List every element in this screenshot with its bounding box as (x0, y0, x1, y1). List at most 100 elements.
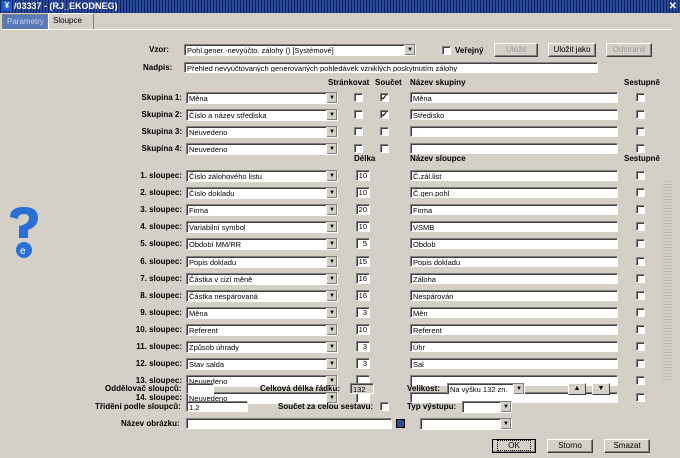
sestupne-checkbox[interactable] (636, 110, 645, 119)
smazat-button[interactable]: Smazat (604, 439, 650, 453)
soucet-checkbox[interactable]: ✓ (380, 110, 389, 119)
vzor-combo[interactable]: Pohl.gener.-nevyúčto. zálohy () [Systémo… (184, 44, 416, 56)
chevron-down-icon[interactable]: ▼ (500, 419, 511, 429)
column-length-input[interactable]: 15 (356, 255, 370, 267)
soucet-checkbox[interactable]: ✓ (380, 93, 389, 102)
group-combo[interactable]: Neuvedeno ▼ (186, 126, 338, 138)
column-length-input[interactable]: 10 (356, 187, 370, 199)
column-length-input[interactable]: 16 (356, 289, 370, 301)
strankovat-checkbox[interactable] (354, 93, 363, 102)
sestupne-checkbox[interactable] (636, 222, 645, 232)
sestupne-checkbox[interactable] (636, 93, 645, 102)
browse-icon[interactable] (396, 419, 405, 428)
sestupne-checkbox[interactable] (636, 127, 645, 136)
column-length-input[interactable]: 3 (356, 306, 370, 318)
oddelovac-input[interactable] (186, 383, 214, 394)
column-name-input[interactable]: VSMB (410, 221, 618, 233)
move-down-button[interactable]: ▼ (592, 383, 610, 395)
column-name-input[interactable]: Obdob (410, 238, 618, 250)
column-length-input[interactable]: 10 (356, 170, 370, 181)
odstranit-button[interactable]: Odstranit (606, 43, 652, 57)
chevron-down-icon[interactable]: ▼ (326, 205, 337, 216)
group-combo[interactable]: Měna ▼ (186, 92, 338, 104)
sestupne-checkbox[interactable] (636, 239, 645, 249)
sestupne-checkbox[interactable] (636, 393, 645, 403)
chevron-down-icon[interactable]: ▼ (326, 273, 337, 284)
typ-vystupu-combo[interactable]: ▼ (462, 401, 512, 413)
strankovat-checkbox[interactable] (354, 144, 363, 153)
chevron-down-icon[interactable]: ▼ (326, 359, 337, 370)
tab-sloupce[interactable]: Sloupce (48, 13, 94, 30)
column-name-input[interactable]: Č.gen.pohl (410, 187, 618, 199)
chevron-down-icon[interactable]: ▼ (326, 239, 337, 250)
chevron-down-icon[interactable]: ▼ (326, 93, 337, 103)
column-name-input[interactable]: Úhr (410, 341, 618, 352)
sestupne-checkbox[interactable] (636, 273, 645, 283)
sestupne-checkbox[interactable] (636, 290, 645, 300)
ulozit-jako-button[interactable]: Uložit jako (548, 43, 596, 57)
column-combo[interactable]: Měna ▼ (186, 306, 338, 319)
group-name-input[interactable]: Středisko (410, 109, 618, 120)
verejny-checkbox[interactable] (442, 46, 451, 55)
chevron-down-icon[interactable]: ▼ (513, 384, 524, 394)
column-combo[interactable]: Popis dokladu ▼ (186, 255, 338, 268)
help-icon[interactable]: e (6, 205, 44, 265)
column-combo[interactable]: Firma ▼ (186, 204, 338, 217)
column-combo[interactable]: Referent ▼ (186, 323, 338, 336)
column-name-input[interactable]: Referent (410, 323, 618, 335)
sestupne-checkbox[interactable] (636, 188, 645, 198)
sestupne-checkbox[interactable] (636, 324, 645, 334)
chevron-down-icon[interactable]: ▼ (326, 222, 337, 233)
column-length-input[interactable]: 5 (356, 238, 370, 250)
column-name-input[interactable]: Nespárován (410, 289, 618, 301)
column-length-input[interactable]: 16 (356, 272, 370, 284)
sestupne-checkbox[interactable] (636, 205, 645, 215)
column-name-input[interactable]: Sal (410, 358, 618, 370)
column-length-input[interactable]: 10 (356, 221, 370, 233)
column-combo[interactable]: Číslo dokladu ▼ (186, 187, 338, 200)
soucet-sestavy-checkbox[interactable] (380, 402, 389, 411)
nazev-obrazku-input[interactable] (186, 418, 392, 429)
column-name-input[interactable]: Popis dokladu (410, 255, 618, 267)
group-name-input[interactable]: Měna (410, 92, 618, 103)
column-length-input[interactable]: 10 (356, 323, 370, 335)
chevron-down-icon[interactable]: ▼ (326, 110, 337, 120)
column-combo[interactable]: Variabilní symbol ▼ (186, 221, 338, 234)
obrazek-combo[interactable]: ▼ (420, 418, 512, 430)
chevron-down-icon[interactable]: ▼ (326, 256, 337, 267)
chevron-down-icon[interactable]: ▼ (326, 144, 337, 154)
column-name-input[interactable]: Měn (410, 306, 618, 318)
group-name-input[interactable] (410, 143, 618, 154)
strankovat-checkbox[interactable] (354, 110, 363, 119)
ok-button[interactable]: OK (492, 439, 536, 453)
column-combo[interactable]: Stav salda ▼ (186, 358, 338, 371)
tab-parametry[interactable]: Parametry (2, 14, 48, 29)
chevron-down-icon[interactable]: ▼ (326, 307, 337, 318)
sestupne-checkbox[interactable] (636, 171, 645, 180)
move-up-button[interactable]: ▲ (568, 383, 586, 395)
column-combo[interactable]: Částka nespárovaná ▼ (186, 289, 338, 302)
nadpis-input[interactable]: Přehled nevyúčtovaných generovaných pohl… (184, 62, 598, 73)
sestupne-checkbox[interactable] (636, 307, 645, 317)
column-combo[interactable]: Číslo zálohového listu ▼ (186, 170, 338, 182)
chevron-down-icon[interactable]: ▼ (326, 127, 337, 137)
column-length-input[interactable]: 3 (356, 341, 370, 352)
group-combo[interactable]: Neuvedeno ▼ (186, 143, 338, 155)
velikost-combo[interactable]: Na výšku 132 zn. ▼ (447, 383, 525, 395)
soucet-checkbox[interactable] (380, 127, 389, 136)
sestupne-checkbox[interactable] (636, 376, 645, 386)
soucet-checkbox[interactable] (380, 144, 389, 153)
storno-button[interactable]: Storno (547, 439, 593, 453)
group-combo[interactable]: Číslo a název střediska ▼ (186, 109, 338, 121)
trideni-input[interactable]: 1,2 (186, 401, 248, 412)
sestupne-checkbox[interactable] (636, 359, 645, 369)
ulozit-button[interactable]: Uložit (494, 43, 538, 57)
chevron-down-icon[interactable]: ▼ (326, 290, 337, 301)
chevron-down-icon[interactable]: ▼ (326, 342, 337, 352)
column-name-input[interactable]: Záloha (410, 272, 618, 284)
sestupne-checkbox[interactable] (636, 144, 645, 153)
chevron-down-icon[interactable]: ▼ (326, 171, 337, 181)
column-length-input[interactable]: 20 (356, 204, 370, 216)
chevron-down-icon[interactable]: ▼ (500, 402, 511, 412)
group-name-input[interactable] (410, 126, 618, 137)
